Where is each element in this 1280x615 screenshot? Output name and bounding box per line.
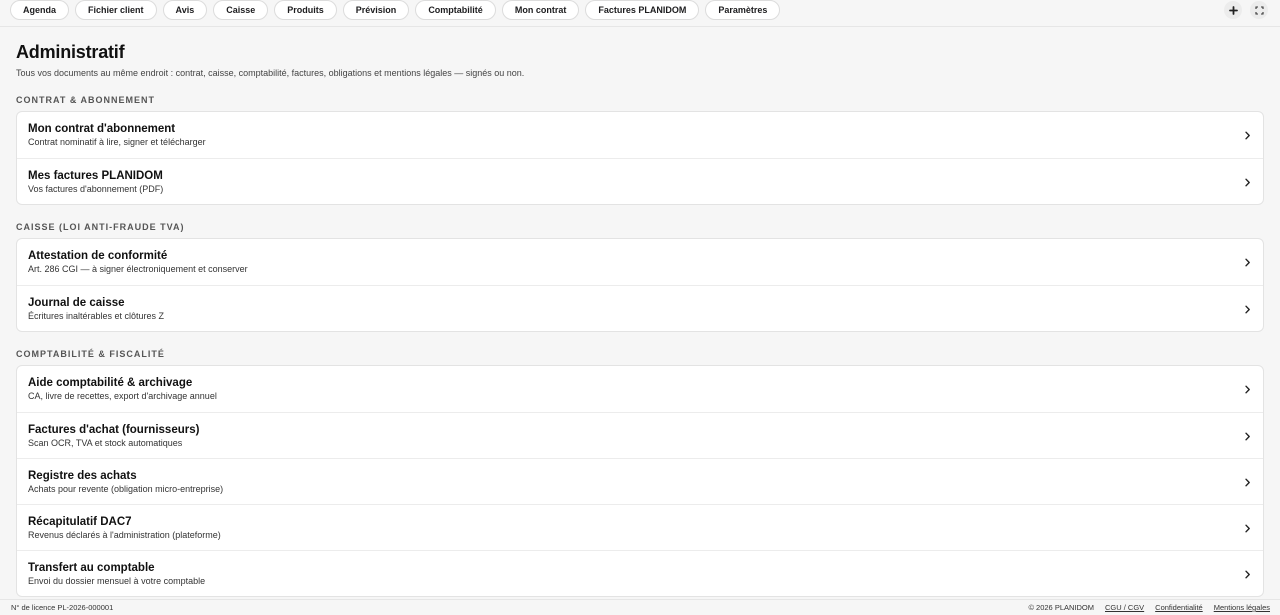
tab-mon-contrat[interactable]: Mon contrat <box>501 0 580 20</box>
list-item-title: Factures d'achat (fournisseurs) <box>28 424 200 436</box>
footer-links: © 2026 PLANIDOM CGU / CGV Confidentialit… <box>1028 603 1270 612</box>
chevron-right-icon <box>1245 524 1250 533</box>
link-confidentialite[interactable]: Confidentialité <box>1155 603 1203 612</box>
list-item-title: Transfert au comptable <box>28 562 155 574</box>
license-number: N° de licence PL-2026-000001 <box>11 603 114 612</box>
list-item-title: Récapitulatif DAC7 <box>28 516 132 528</box>
tab-fichier-client[interactable]: Fichier client <box>75 0 157 20</box>
tab-agenda[interactable]: Agenda <box>10 0 70 20</box>
tab-parametres[interactable]: Paramètres <box>705 0 781 20</box>
tab-prevision[interactable]: Prévision <box>342 0 410 20</box>
list-item-title: Registre des achats <box>28 470 137 482</box>
list-item-title: Mon contrat d'abonnement <box>28 123 176 135</box>
list-item-description: Contrat nominatif à lire, signer et télé… <box>28 137 206 147</box>
chevron-right-icon <box>1245 478 1250 487</box>
top-icon-group <box>1224 1 1268 19</box>
list-item-description: CA, livre de recettes, export d'archivag… <box>28 391 217 401</box>
chevron-right-icon <box>1245 305 1250 314</box>
chevron-right-icon <box>1245 131 1250 140</box>
list-item-title: Mes factures PLANIDOM <box>28 170 163 182</box>
tab-avis[interactable]: Avis <box>162 0 208 20</box>
link-mentions-legales[interactable]: Mentions légales <box>1214 603 1270 612</box>
list-item-attestation-conformite[interactable]: Attestation de conformité Art. 286 CGI —… <box>17 239 1263 285</box>
plus-icon[interactable] <box>1224 1 1242 19</box>
list-item-journal-caisse[interactable]: Journal de caisse Écritures inaltérables… <box>17 285 1263 331</box>
list-item-title: Aide comptabilité & archivage <box>28 377 193 389</box>
list-item-factures-planidom[interactable]: Mes factures PLANIDOM Vos factures d'abo… <box>17 158 1263 204</box>
list-item-description: Revenus déclarés à l'administration (pla… <box>28 530 221 540</box>
list-item-aide-comptabilite[interactable]: Aide comptabilité & archivage CA, livre … <box>17 366 1263 412</box>
footer: N° de licence PL-2026-000001 © 2026 PLAN… <box>0 599 1280 615</box>
section-card-comptabilite: Aide comptabilité & archivage CA, livre … <box>16 365 1264 597</box>
list-item-title: Attestation de conformité <box>28 250 168 262</box>
chevron-right-icon <box>1245 178 1250 187</box>
section-title-caisse: Caisse (loi anti-fraude TVA) <box>16 222 185 232</box>
nav-tabs: Agenda Fichier client Avis Caisse Produi… <box>10 0 781 20</box>
tab-factures-planidom[interactable]: Factures PLANIDOM <box>585 0 700 20</box>
chevron-right-icon <box>1245 570 1250 579</box>
list-item-title: Journal de caisse <box>28 297 125 309</box>
tab-produits[interactable]: Produits <box>274 0 337 20</box>
top-navigation-bar: Agenda Fichier client Avis Caisse Produi… <box>0 0 1280 27</box>
chevron-right-icon <box>1245 385 1250 394</box>
list-item-description: Scan OCR, TVA et stock automatiques <box>28 438 183 448</box>
fullscreen-icon[interactable] <box>1250 1 1268 19</box>
link-cgu-cgv[interactable]: CGU / CGV <box>1105 603 1144 612</box>
tab-caisse[interactable]: Caisse <box>213 0 269 20</box>
chevron-right-icon <box>1245 432 1250 441</box>
list-item-description: Écritures inaltérables et clôtures Z <box>28 311 165 321</box>
list-item-description: Achats pour revente (obligation micro-en… <box>28 484 224 494</box>
section-title-contrat: Contrat & abonnement <box>16 95 155 105</box>
list-item-transfert-comptable[interactable]: Transfert au comptable Envoi du dossier … <box>17 550 1263 596</box>
section-card-contrat: Mon contrat d'abonnement Contrat nominat… <box>16 111 1264 205</box>
list-item-contrat-abonnement[interactable]: Mon contrat d'abonnement Contrat nominat… <box>17 112 1263 158</box>
section-title-comptabilite: Comptabilité & fiscalité <box>16 349 165 359</box>
list-item-factures-achat[interactable]: Factures d'achat (fournisseurs) Scan OCR… <box>17 412 1263 458</box>
page-subtitle: Tous vos documents au même endroit : con… <box>16 68 525 78</box>
list-item-recapitulatif-dac7[interactable]: Récapitulatif DAC7 Revenus déclarés à l'… <box>17 504 1263 550</box>
chevron-right-icon <box>1245 258 1250 267</box>
copyright: © 2026 PLANIDOM <box>1028 603 1094 612</box>
list-item-description: Vos factures d'abonnement (PDF) <box>28 184 164 194</box>
list-item-registre-achats[interactable]: Registre des achats Achats pour revente … <box>17 458 1263 504</box>
section-card-caisse: Attestation de conformité Art. 286 CGI —… <box>16 238 1264 332</box>
page-title: Administratif <box>16 42 125 62</box>
main-content: Administratif Tous vos documents au même… <box>16 42 1264 597</box>
list-item-description: Envoi du dossier mensuel à votre comptab… <box>28 576 206 586</box>
list-item-description: Art. 286 CGI — à signer électroniquement… <box>28 264 248 274</box>
tab-comptabilite[interactable]: Comptabilité <box>415 0 496 20</box>
